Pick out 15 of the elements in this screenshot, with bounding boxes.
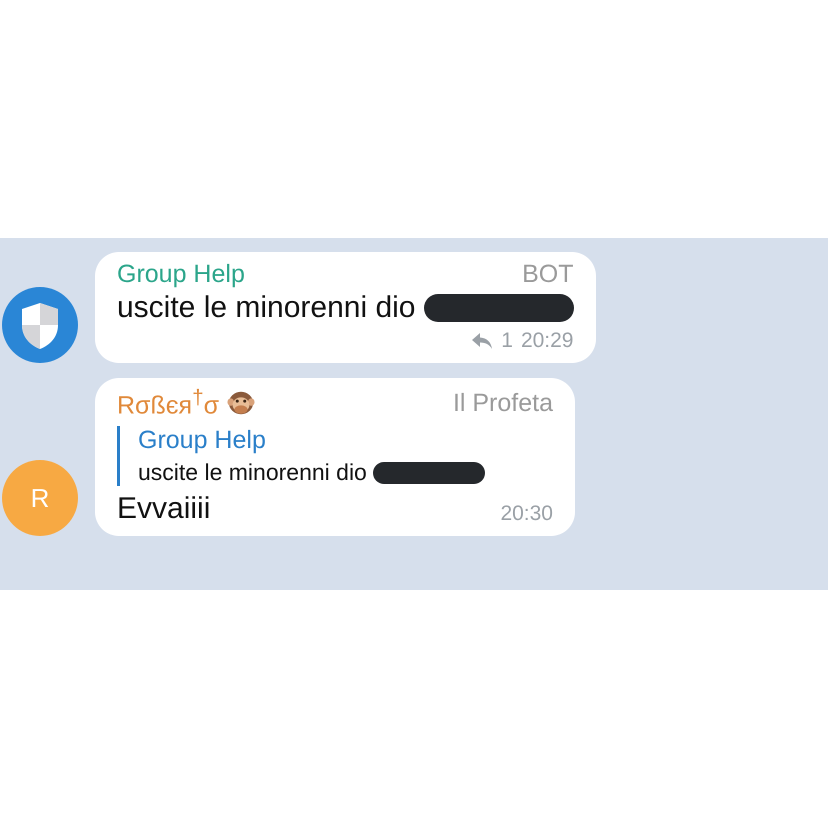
reply-quote[interactable]: Group Help uscite le minorenni dio: [117, 426, 553, 486]
avatar[interactable]: R: [2, 460, 78, 536]
sender-role: BOT: [522, 260, 574, 289]
quoted-text: uscite le minorenni dio: [138, 459, 367, 486]
message-time: 20:29: [520, 329, 574, 353]
message-text: Evvaiiii: [117, 492, 210, 526]
message-time: 20:30: [500, 502, 553, 526]
message-text: uscite le minorenni dio: [117, 291, 416, 325]
shield-avatar-icon[interactable]: [2, 287, 78, 363]
sender-name[interactable]: Rσßєя$^{†}$σ: [117, 386, 220, 420]
quoted-sender: Group Help: [138, 426, 267, 456]
reply-icon: [471, 332, 494, 350]
sender-role: Il Profeta: [452, 388, 553, 418]
reply-count: 1: [501, 329, 513, 353]
sender-name[interactable]: Group Help: [117, 260, 245, 289]
